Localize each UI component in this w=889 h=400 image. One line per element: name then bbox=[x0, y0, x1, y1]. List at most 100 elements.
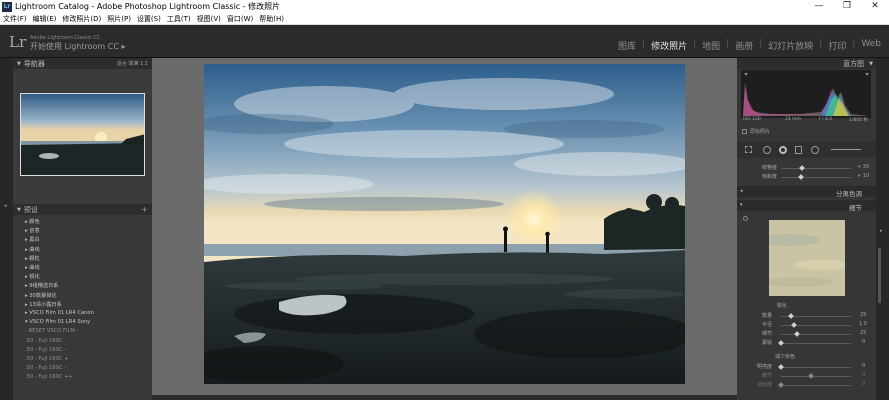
preset-item[interactable]: ▸ 颗粒 bbox=[25, 255, 40, 262]
radius-value[interactable]: 1.0 bbox=[859, 321, 867, 327]
amount-value[interactable]: 25 bbox=[860, 312, 866, 318]
detail-knob[interactable] bbox=[794, 331, 800, 337]
noise-detail-value[interactable]: 0 bbox=[862, 372, 865, 378]
luminance-knob[interactable] bbox=[778, 364, 784, 370]
original-photo-checkbox[interactable] bbox=[742, 129, 747, 134]
menu-view[interactable]: 视图(V) bbox=[197, 14, 221, 24]
module-book[interactable]: 画册 bbox=[735, 39, 753, 52]
maximize-icon[interactable]: ❐ bbox=[833, 0, 861, 13]
saturation-slider[interactable] bbox=[781, 177, 851, 178]
detail-value[interactable]: 25 bbox=[860, 330, 866, 336]
preset-item[interactable]: ▸ 曲线 bbox=[25, 264, 40, 271]
module-print[interactable]: 打印 bbox=[828, 39, 846, 52]
menu-file[interactable]: 文件(F) bbox=[3, 14, 27, 24]
focal-length: 24 mm bbox=[785, 117, 801, 122]
radius-label: 半径 bbox=[762, 322, 773, 328]
vibrance-value[interactable]: + 30 bbox=[857, 164, 869, 170]
split-toning-title: 分离色调 bbox=[836, 190, 862, 198]
preset-item[interactable]: ▾ VSCO Film 01 LR4 Sony bbox=[25, 319, 90, 325]
histogram-header[interactable]: 直方图 ▼ bbox=[737, 58, 876, 69]
menu-help[interactable]: 帮助(H) bbox=[259, 14, 284, 24]
menu-window[interactable]: 窗口(W) bbox=[227, 14, 253, 24]
presets-header[interactable]: ▼ 预设 + bbox=[13, 204, 152, 215]
noise-reduction-title: 减少杂色 bbox=[775, 354, 796, 360]
saturation-knob[interactable] bbox=[798, 174, 804, 180]
module-slideshow[interactable]: 幻灯片放映 bbox=[768, 39, 813, 52]
luminance-slider[interactable] bbox=[781, 367, 851, 368]
preset-item[interactable]: .50 - Fuji 160C - bbox=[25, 347, 66, 353]
noise-detail-label: 细节 bbox=[762, 373, 773, 379]
preset-item[interactable]: ▸ VSCO Film 01 LR4 Canon bbox=[25, 310, 94, 316]
preset-item[interactable]: .50 - Fuji 160C - bbox=[25, 365, 66, 371]
module-library[interactable]: 图库 bbox=[618, 39, 636, 52]
noise-contrast-knob[interactable] bbox=[778, 382, 784, 388]
split-toning-header[interactable]: ◂ 分离色调 bbox=[737, 186, 876, 198]
menu-tools[interactable]: 工具(T) bbox=[167, 14, 191, 24]
radial-filter-icon[interactable] bbox=[811, 146, 819, 154]
vibrance-knob[interactable] bbox=[799, 165, 805, 171]
module-develop[interactable]: 修改照片 bbox=[651, 39, 687, 52]
luminance-label: 明亮度 bbox=[757, 364, 773, 370]
noise-detail-knob[interactable] bbox=[808, 373, 814, 379]
adjustment-brush-icon[interactable] bbox=[831, 149, 861, 150]
preset-item[interactable]: ▸ 颜色 bbox=[25, 218, 40, 225]
right-panel: 直方图 ▼ ISO 100 24 mm f / 8.0 1/800 秒 原始照片… bbox=[737, 58, 876, 400]
preset-item[interactable]: ▸ 曲线 bbox=[25, 246, 40, 253]
module-web[interactable]: Web bbox=[861, 39, 881, 52]
collapse-right-icon[interactable]: ▸ bbox=[880, 228, 883, 234]
masking-value[interactable]: 0 bbox=[862, 339, 865, 345]
preset-item[interactable]: ▸ 黑白 bbox=[25, 236, 40, 243]
noise-detail-slider[interactable] bbox=[781, 376, 851, 377]
crop-tool-icon[interactable] bbox=[745, 146, 752, 153]
navigator-header[interactable]: ▼ 导航器 适合 填满 1:1 bbox=[13, 58, 152, 69]
luminance-value[interactable]: 0 bbox=[862, 363, 865, 369]
masking-knob[interactable] bbox=[778, 340, 784, 346]
detail-slider[interactable] bbox=[781, 334, 851, 335]
photo-canvas bbox=[152, 58, 737, 400]
navigator-zoom-options[interactable]: 适合 填满 1:1 bbox=[117, 60, 148, 67]
noise-contrast-slider[interactable] bbox=[781, 385, 851, 386]
menu-photo[interactable]: 照片(P) bbox=[107, 14, 131, 24]
masking-slider[interactable] bbox=[781, 343, 851, 344]
preset-item[interactable]: .50 - Fuji 160C bbox=[25, 338, 62, 344]
sharpening-title: 锐化 bbox=[777, 303, 788, 309]
minimize-icon[interactable]: — bbox=[805, 0, 833, 13]
detail-preview-image bbox=[769, 220, 845, 296]
detail-title: 细节 bbox=[849, 204, 862, 212]
preset-item[interactable]: ▸ 30款暴掉论 bbox=[25, 292, 57, 299]
histogram[interactable]: ISO 100 24 mm f / 8.0 1/800 秒 bbox=[741, 70, 871, 123]
navigator-preview-image bbox=[21, 94, 144, 175]
module-map[interactable]: 地图 bbox=[702, 39, 720, 52]
preset-item[interactable]: ▸ 9组精选日系 bbox=[25, 282, 59, 289]
noise-contrast-value[interactable]: 0 bbox=[862, 381, 865, 387]
main-photo[interactable] bbox=[204, 64, 685, 384]
left-panel-toggle[interactable]: ◂ bbox=[0, 58, 13, 400]
graduated-filter-icon[interactable] bbox=[795, 146, 802, 154]
target-adjust-icon[interactable] bbox=[743, 216, 748, 221]
saturation-value[interactable]: + 10 bbox=[857, 173, 869, 179]
preset-item[interactable]: ▸ 创意 bbox=[25, 227, 40, 234]
amount-knob[interactable] bbox=[788, 313, 794, 319]
preset-item[interactable]: - RESET VSCO FILM - bbox=[25, 328, 78, 334]
close-icon[interactable]: ✕ bbox=[861, 0, 889, 13]
preset-item[interactable]: ▸ 13清小露日系 bbox=[25, 301, 62, 308]
preset-item[interactable]: .50 - Fuji 160C ++ bbox=[25, 374, 73, 380]
vibrance-slider[interactable] bbox=[781, 168, 851, 169]
preset-item[interactable]: ▸ 锐化 bbox=[25, 273, 40, 280]
module-separator: | bbox=[852, 39, 856, 49]
add-preset-icon[interactable]: + bbox=[141, 205, 148, 214]
aperture: f / 8.0 bbox=[819, 117, 833, 122]
preset-item[interactable]: .50 - Fuji 160C + bbox=[25, 356, 68, 362]
presets-panel: ▼ 预设 + ▸ 颜色 ▸ 创意 ▸ 黑白 ▸ 曲线 ▸ 颗粒 ▸ 曲线 ▸ 锐化 ▸ 9组精… bbox=[13, 204, 152, 400]
radius-knob[interactable] bbox=[791, 322, 797, 328]
menu-settings[interactable]: 设置(S) bbox=[137, 14, 161, 24]
spot-removal-icon[interactable] bbox=[763, 146, 771, 154]
menu-edit[interactable]: 编辑(E) bbox=[33, 14, 57, 24]
catalog-cc-link[interactable]: 开始使用 Lightroom CC ▸ bbox=[30, 41, 125, 52]
menu-develop[interactable]: 修改照片(D) bbox=[62, 14, 101, 24]
red-eye-icon[interactable] bbox=[779, 146, 787, 154]
detail-header[interactable]: ▾ 细节 bbox=[737, 200, 876, 212]
navigator-thumbnail[interactable] bbox=[20, 93, 145, 176]
right-panel-scrollbar[interactable] bbox=[878, 248, 881, 303]
detail-preview[interactable] bbox=[769, 220, 845, 296]
